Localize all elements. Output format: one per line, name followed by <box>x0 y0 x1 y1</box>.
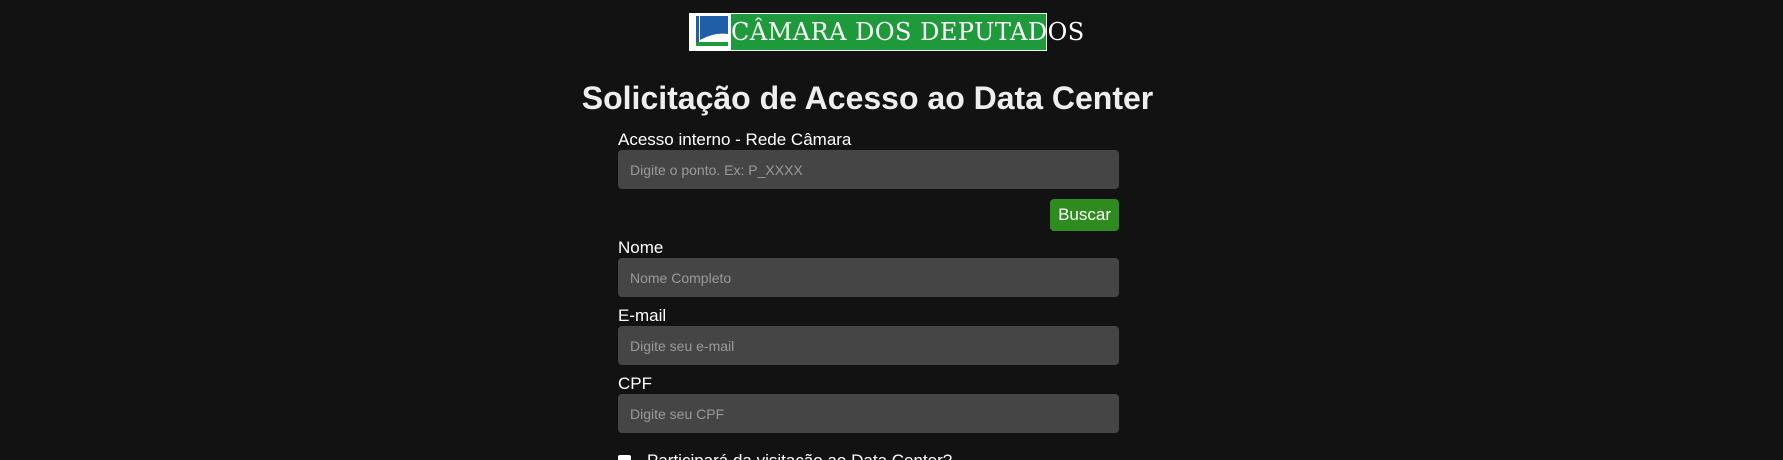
page: CÂMARA DOS DEPUTADOS Solicitação de Aces… <box>0 0 1783 460</box>
internal-access-input[interactable] <box>618 150 1119 189</box>
logo-text: CÂMARA DOS DEPUTADOS <box>731 18 1085 46</box>
cpf-input[interactable] <box>618 394 1119 433</box>
camara-emblem-icon <box>690 14 731 50</box>
access-request-form: Acesso interno - Rede Câmara Buscar Nome… <box>618 130 1119 460</box>
email-input[interactable] <box>618 326 1119 365</box>
email-label: E-mail <box>618 306 667 325</box>
visit-checkbox[interactable] <box>618 454 631 460</box>
page-title: Solicitação de Acesso ao Data Center <box>581 80 1154 116</box>
cpf-label: CPF <box>618 374 652 393</box>
search-button[interactable]: Buscar <box>1050 199 1119 231</box>
search-button-row: Buscar <box>618 199 1119 231</box>
internal-access-label: Acesso interno - Rede Câmara <box>618 130 852 149</box>
visit-checkbox-row: Participará da visitação ao Data Center? <box>618 451 1119 460</box>
visit-checkbox-label: Participará da visitação ao Data Center? <box>647 451 952 460</box>
camara-logo: CÂMARA DOS DEPUTADOS <box>689 13 1084 51</box>
name-label: Nome <box>618 238 664 257</box>
name-input[interactable] <box>618 258 1119 297</box>
